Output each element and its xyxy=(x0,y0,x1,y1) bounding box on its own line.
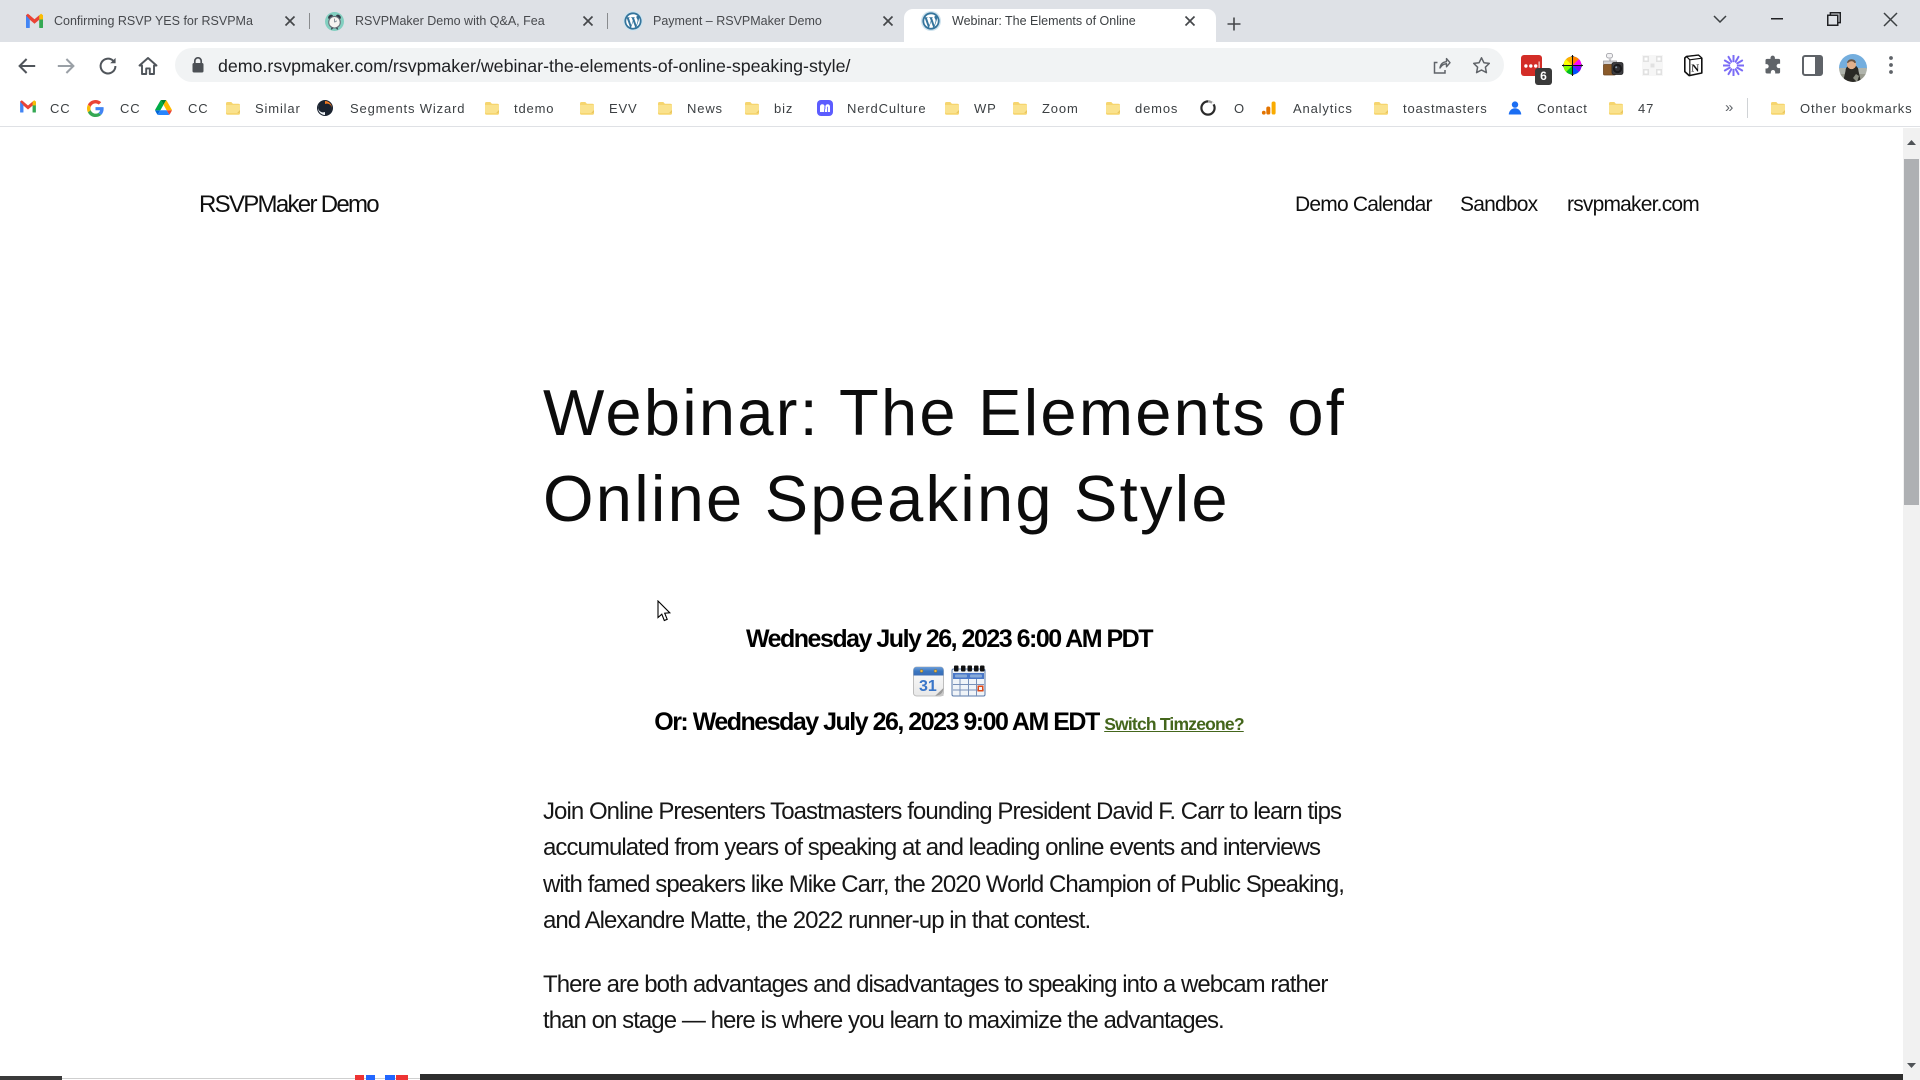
svg-text:31: 31 xyxy=(919,678,937,695)
svg-text:N: N xyxy=(1691,63,1699,75)
